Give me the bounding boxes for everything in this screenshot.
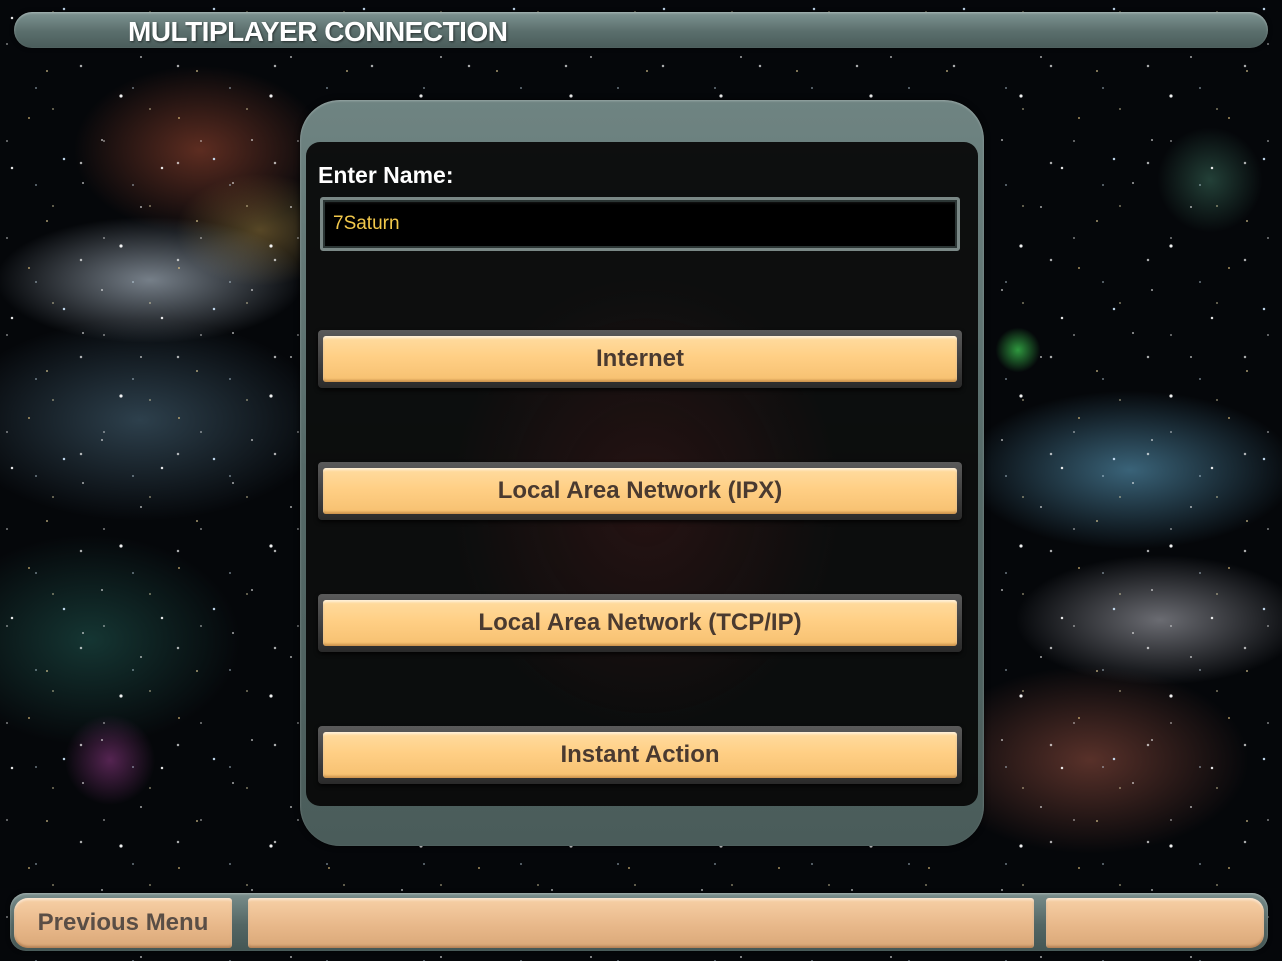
previous-menu-label: Previous Menu [37, 909, 209, 936]
lan-tcpip-button-face: Local Area Network (TCP/IP) [323, 600, 957, 646]
instant-action-button-label: Instant Action [560, 741, 720, 768]
internet-button-label: Internet [595, 345, 684, 372]
page-title: MULTIPLAYER CONNECTION [128, 16, 508, 47]
lan-tcpip-button[interactable]: Local Area Network (TCP/IP) [318, 594, 962, 652]
previous-menu-button[interactable]: Previous Menu [14, 898, 232, 948]
internet-button[interactable]: Internet [318, 330, 962, 388]
lan-ipx-button-label: Local Area Network (IPX) [497, 477, 783, 504]
internet-button-face: Internet [323, 336, 957, 382]
lan-ipx-button[interactable]: Local Area Network (IPX) [318, 462, 962, 520]
instant-action-button[interactable]: Instant Action [318, 726, 962, 784]
lan-ipx-button-face: Local Area Network (IPX) [323, 468, 957, 514]
lan-tcpip-button-label: Local Area Network (TCP/IP) [478, 609, 802, 636]
instant-action-button-face: Instant Action [323, 732, 957, 778]
status-bar-right [1046, 898, 1264, 948]
status-bar-middle [248, 898, 1034, 948]
player-name-input[interactable] [320, 197, 960, 251]
name-label: Enter Name: [318, 162, 454, 188]
